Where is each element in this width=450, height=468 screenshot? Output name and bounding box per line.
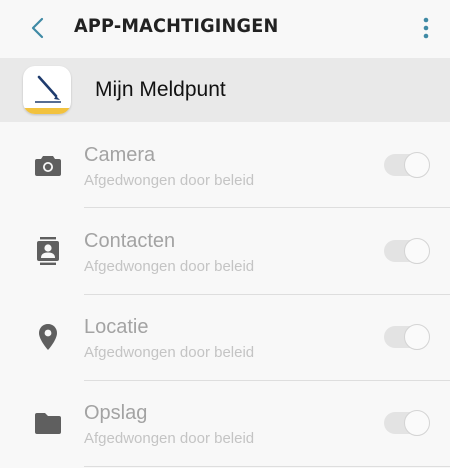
permission-subtitle: Afgedwongen door beleid <box>84 344 255 361</box>
chevron-left-icon <box>31 17 44 39</box>
permission-toggle-contacts[interactable] <box>384 238 432 264</box>
app-icon-stripe <box>23 108 71 114</box>
back-button[interactable] <box>24 14 52 42</box>
app-bar: APP-MACHTIGINGEN <box>0 0 450 58</box>
permission-row-contacts[interactable]: Contacten Afgedwongen door beleid <box>0 208 450 294</box>
permission-subtitle: Afgedwongen door beleid <box>84 430 255 447</box>
permission-label: Contacten <box>84 230 176 252</box>
permission-toggle-camera[interactable] <box>384 152 432 178</box>
permission-label: Locatie <box>84 316 149 338</box>
permission-row-storage[interactable]: Opslag Afgedwongen door beleid <box>0 380 450 466</box>
permission-row-location[interactable]: Locatie Afgedwongen door beleid <box>0 294 450 380</box>
permission-label: Camera <box>84 144 156 166</box>
permission-toggle-location[interactable] <box>384 324 432 350</box>
permission-subtitle: Afgedwongen door beleid <box>84 258 255 275</box>
more-options-button[interactable] <box>414 14 438 42</box>
app-icon <box>23 66 71 114</box>
permission-subtitle: Afgedwongen door beleid <box>84 172 255 189</box>
page-title: APP-MACHTIGINGEN <box>74 15 279 37</box>
folder-icon <box>34 409 62 437</box>
app-name: Mijn Meldpunt <box>95 78 226 101</box>
more-vert-icon <box>423 17 429 39</box>
permission-row-camera[interactable]: Camera Afgedwongen door beleid <box>0 122 450 208</box>
permission-label: Opslag <box>84 402 148 424</box>
camera-icon <box>34 151 62 179</box>
location-icon <box>34 323 62 351</box>
contacts-icon <box>34 237 62 265</box>
permission-toggle-storage[interactable] <box>384 410 432 436</box>
app-header-row: Mijn Meldpunt <box>0 58 450 122</box>
divider <box>84 466 450 467</box>
pen-app-icon <box>35 75 61 103</box>
